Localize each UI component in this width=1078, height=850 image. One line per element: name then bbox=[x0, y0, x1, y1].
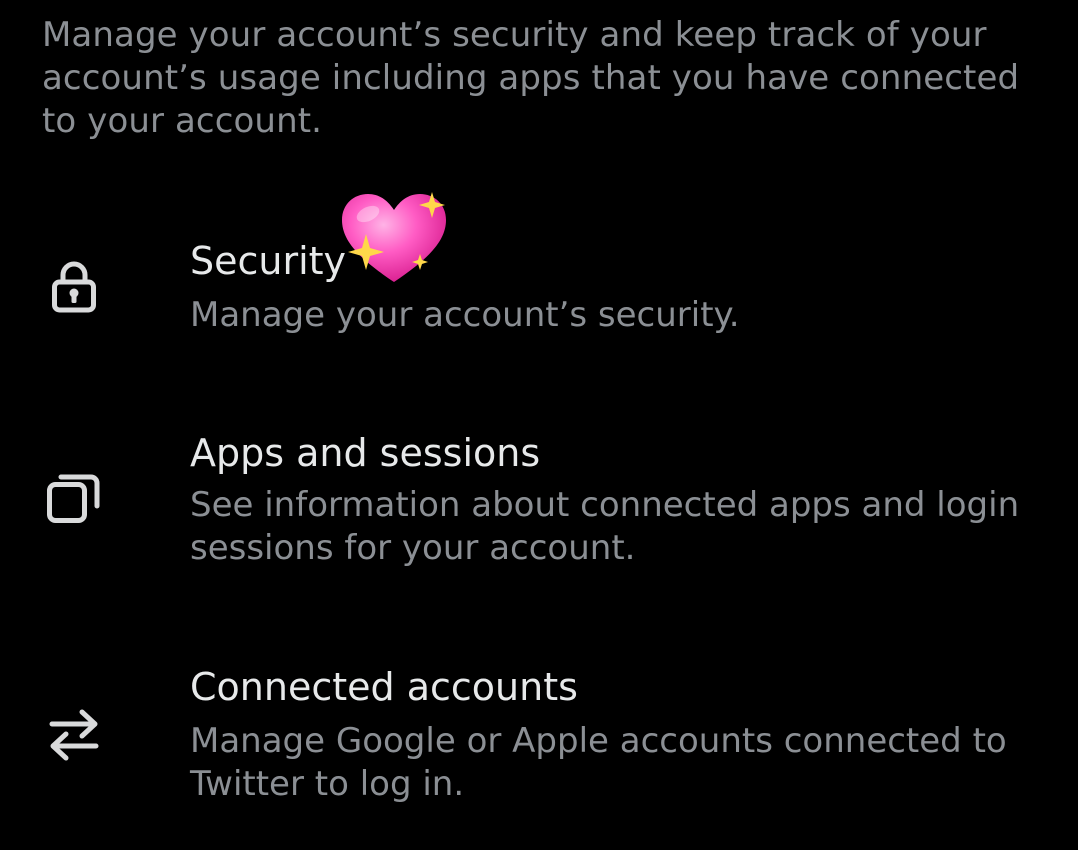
menu-item-title: Apps and sessions bbox=[190, 431, 541, 475]
stacked-windows-icon bbox=[44, 466, 104, 526]
menu-item-security[interactable]: Security Manage your account’s security. bbox=[0, 230, 1078, 350]
sparkling-heart-icon bbox=[342, 192, 446, 282]
menu-item-apps-and-sessions[interactable]: Apps and sessions See information about … bbox=[0, 422, 1078, 582]
swap-arrows-icon bbox=[44, 704, 104, 764]
menu-item-title: Security bbox=[190, 239, 347, 283]
menu-item-description: Manage Google or Apple accounts connecte… bbox=[190, 721, 1007, 804]
menu-item-description: See information about connected apps and… bbox=[190, 485, 1020, 568]
menu-item-connected-accounts[interactable]: Connected accounts Manage Google or Appl… bbox=[0, 656, 1078, 816]
menu-item-title: Connected accounts bbox=[190, 665, 578, 709]
section-description: Manage your account’s security and keep … bbox=[42, 15, 1020, 141]
menu-item-description: Manage your account’s security. bbox=[190, 295, 740, 335]
lock-icon bbox=[44, 256, 104, 316]
